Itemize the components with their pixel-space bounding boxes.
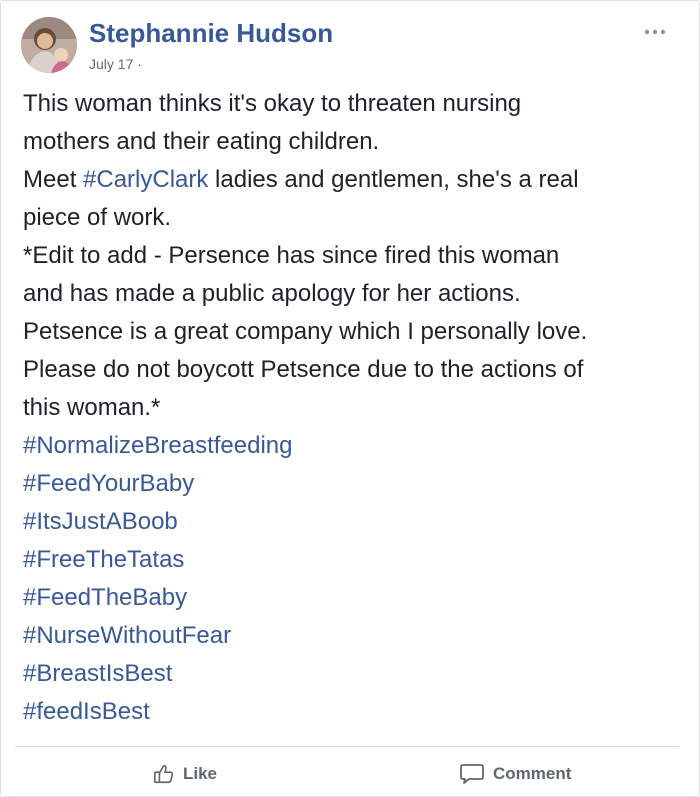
hashtag-link[interactable]: #feedIsBest xyxy=(23,693,683,731)
avatar[interactable] xyxy=(21,17,77,73)
post-card: Stephannie Hudson July 17 · This woman t… xyxy=(0,0,700,797)
hashtag-link[interactable]: #NurseWithoutFear xyxy=(23,617,683,655)
comment-button[interactable]: Comment xyxy=(459,759,571,789)
more-horizontal-icon[interactable] xyxy=(643,23,667,41)
post-body: This woman thinks it's okay to threaten … xyxy=(23,85,683,731)
hashtag-link[interactable]: #FeedYourBaby xyxy=(23,465,683,503)
hashtag-link[interactable]: #FeedTheBaby xyxy=(23,579,683,617)
post-line: Petsence is a great company which I pers… xyxy=(23,318,588,345)
post-line: Please do not boycott Petsence due to th… xyxy=(23,356,584,383)
post-line: piece of work. xyxy=(23,204,172,231)
post-actions: Like Comment xyxy=(1,749,700,797)
hashtag-link[interactable]: #FreeTheTatas xyxy=(23,541,683,579)
post-meta: July 17 · xyxy=(89,55,142,73)
post-line: *Edit to add - Persence has since fired … xyxy=(23,242,560,269)
speech-bubble-icon xyxy=(459,763,485,785)
post-date[interactable]: July 17 xyxy=(89,56,133,72)
divider xyxy=(15,746,679,747)
comment-label: Comment xyxy=(493,764,572,783)
hashtag-link[interactable]: #ItsJustABoob xyxy=(23,503,683,541)
meet-suffix: ladies and gentlemen, she's a real xyxy=(208,166,579,193)
post-line-meet: Meet #CarlyClark ladies and gentlemen, s… xyxy=(23,161,683,199)
author-name[interactable]: Stephannie Hudson xyxy=(89,17,333,49)
hashtag-link[interactable]: #NormalizeBreastfeeding xyxy=(23,427,683,465)
post-line: this woman.* xyxy=(23,394,161,421)
post-line: This woman thinks it's okay to threaten … xyxy=(23,90,522,117)
meta-separator: · xyxy=(137,56,142,72)
like-button[interactable]: Like xyxy=(153,759,217,789)
post-line: and has made a public apology for her ac… xyxy=(23,280,521,307)
hashtag-link[interactable]: #BreastIsBest xyxy=(23,655,683,693)
post-line: mothers and their eating children. xyxy=(23,128,380,155)
like-label: Like xyxy=(183,764,218,783)
thumbs-up-icon xyxy=(153,763,175,785)
post-header: Stephannie Hudson July 17 · xyxy=(21,17,681,77)
meet-prefix: Meet xyxy=(23,166,84,193)
hashtag-link[interactable]: #CarlyClark xyxy=(83,166,208,193)
